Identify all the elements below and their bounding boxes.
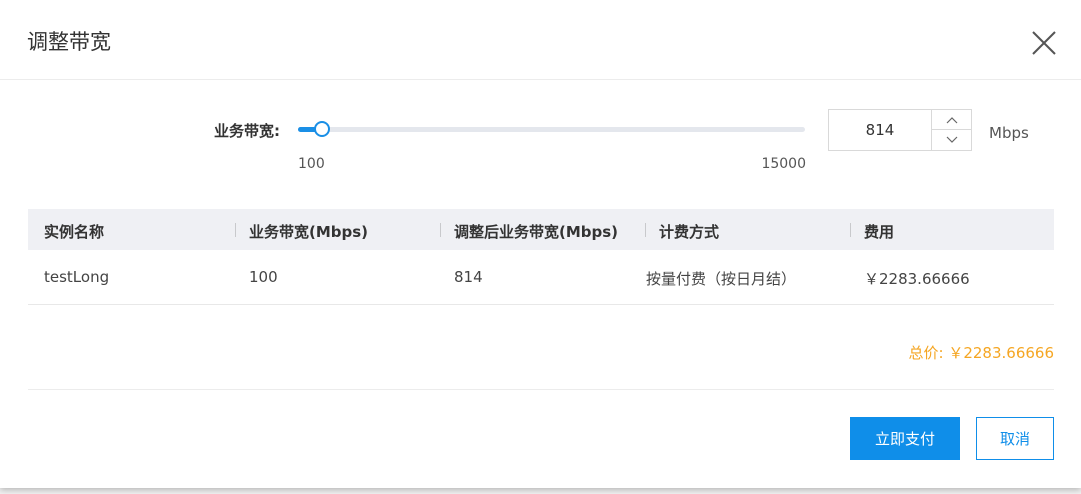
dialog-header: 调整带宽 <box>0 0 1081 80</box>
bandwidth-input[interactable] <box>829 110 931 150</box>
bandwidth-stepper <box>828 109 972 151</box>
cancel-button[interactable]: 取消 <box>976 417 1054 460</box>
cell-adjusted-bandwidth: 814 <box>454 268 483 286</box>
increase-button[interactable] <box>932 110 972 130</box>
adjust-bandwidth-dialog: 调整带宽 业务带宽: 100 15000 814 Mbps 实例名称 业务带宽(… <box>0 0 1081 488</box>
column-header-instance-name: 实例名称 <box>44 223 105 241</box>
slider-min-label: 100 <box>298 156 325 172</box>
cell-bandwidth: 100 <box>249 268 278 286</box>
dialog-title: 调整带宽 <box>27 30 111 54</box>
instance-table: 实例名称 业务带宽(Mbps) 调整后业务带宽(Mbps) 计费方式 费用 te… <box>28 209 1054 305</box>
bandwidth-slider[interactable] <box>298 121 805 137</box>
column-header-bandwidth: 业务带宽(Mbps) <box>249 223 369 241</box>
stepper-controls <box>931 110 972 150</box>
slider-max-label: 15000 <box>761 156 806 172</box>
close-icon <box>1032 31 1056 55</box>
column-header-billing-method: 计费方式 <box>659 223 720 241</box>
total-price: 总价: ￥2283.66666 <box>908 344 1054 362</box>
column-divider <box>850 223 851 237</box>
column-header-cost: 费用 <box>864 223 895 241</box>
bandwidth-slider-handle[interactable] <box>314 121 331 137</box>
footer-divider <box>28 389 1054 390</box>
table-row: testLong 100 814 按量付费（按日月结） ￥2283.66666 <box>28 250 1054 305</box>
close-button[interactable] <box>1030 29 1058 57</box>
column-divider <box>645 223 646 237</box>
cell-cost: ￥2283.66666 <box>864 270 970 288</box>
cell-instance-name: testLong <box>44 268 110 286</box>
cell-billing-method: 按量付费（按日月结） <box>646 270 797 288</box>
table-header: 实例名称 业务带宽(Mbps) 调整后业务带宽(Mbps) 计费方式 费用 <box>28 209 1054 250</box>
pay-now-button[interactable]: 立即支付 <box>850 417 960 460</box>
chevron-up-icon <box>946 116 958 123</box>
column-divider <box>235 223 236 237</box>
chevron-down-icon <box>946 136 958 143</box>
column-header-adjusted-bandwidth: 调整后业务带宽(Mbps) <box>454 223 619 241</box>
bandwidth-slider-label: 业务带宽: <box>214 122 280 140</box>
column-divider <box>440 223 441 237</box>
decrease-button[interactable] <box>932 130 972 150</box>
bandwidth-unit: Mbps <box>989 124 1029 142</box>
